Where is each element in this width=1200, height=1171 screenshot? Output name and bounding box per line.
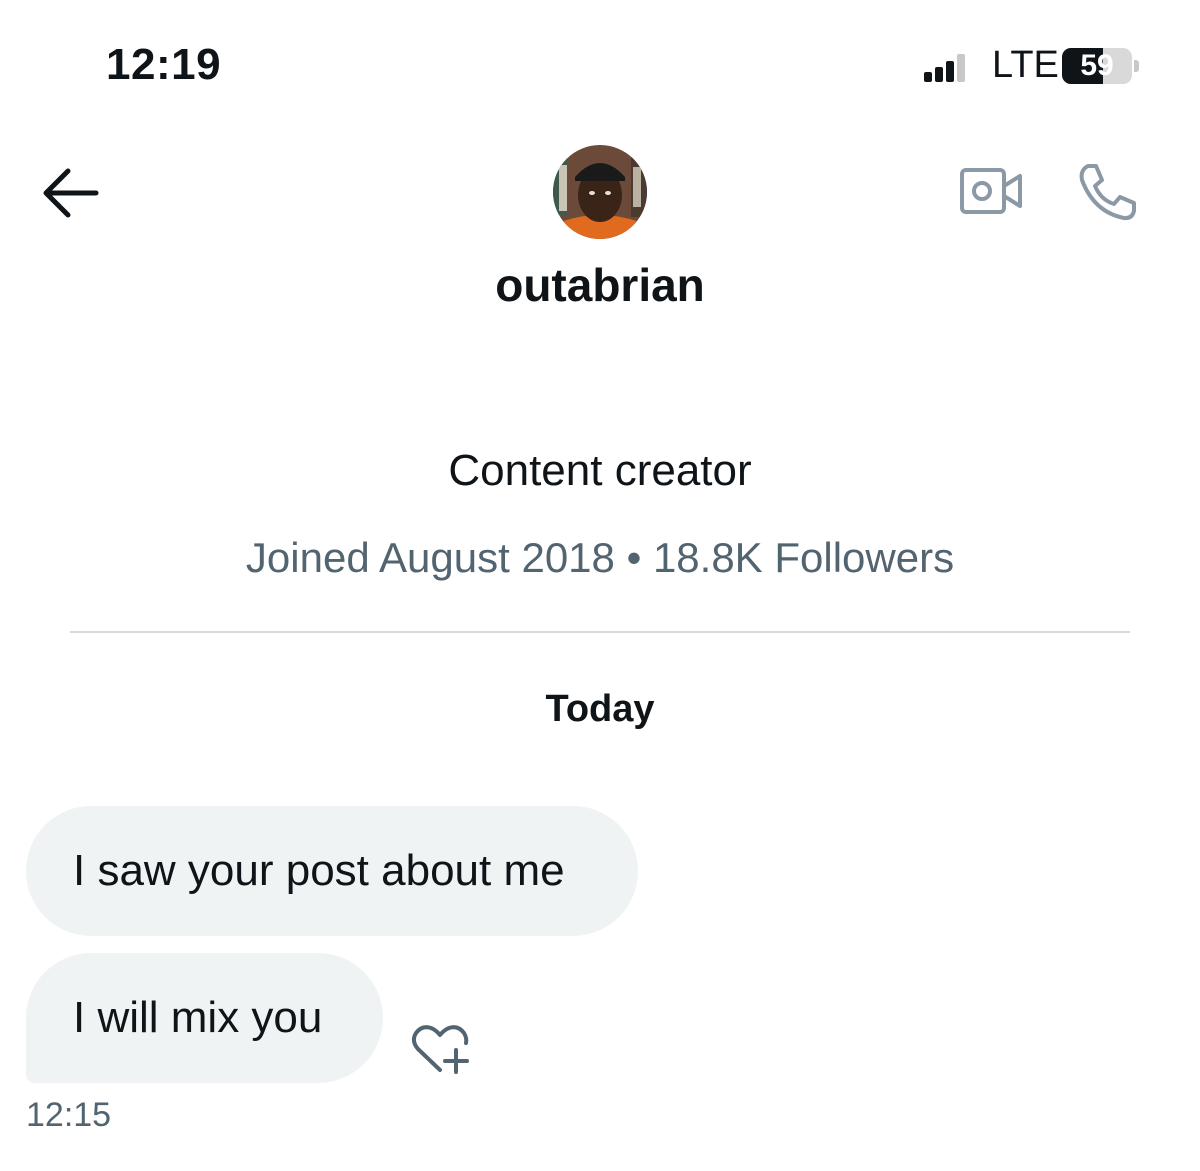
network-type: LTE (992, 44, 1059, 86)
add-reaction-button[interactable] (410, 1022, 472, 1076)
video-call-button[interactable] (958, 164, 1024, 218)
date-separator: Today (545, 688, 655, 730)
profile-meta: Joined August 2018 • 18.8K Followers (245, 534, 955, 581)
phone-call-button[interactable] (1074, 162, 1138, 222)
avatar[interactable] (553, 145, 647, 239)
divider (70, 631, 1130, 633)
battery-nub (1134, 60, 1139, 72)
message-timestamp: 12:15 (26, 1096, 112, 1134)
arrow-left-icon (43, 168, 99, 218)
back-button[interactable] (40, 165, 102, 221)
battery-percent: 59 (1080, 49, 1114, 82)
video-camera-icon (960, 168, 1022, 214)
message-bubble[interactable]: I saw your post about me (26, 806, 638, 936)
message-bubble[interactable]: I will mix you (26, 953, 383, 1083)
message-text: I saw your post about me (73, 846, 565, 895)
signal-strength-icon (924, 52, 968, 82)
battery-icon: 59 (1062, 48, 1132, 84)
message-text: I will mix you (73, 993, 323, 1042)
heart-plus-icon (411, 1025, 469, 1074)
phone-icon (1079, 164, 1136, 221)
profile-photo (553, 145, 647, 239)
profile-username[interactable]: outabrian (0, 258, 1200, 312)
status-time: 12:19 (106, 40, 222, 89)
profile-bio: Content creator (448, 446, 752, 495)
